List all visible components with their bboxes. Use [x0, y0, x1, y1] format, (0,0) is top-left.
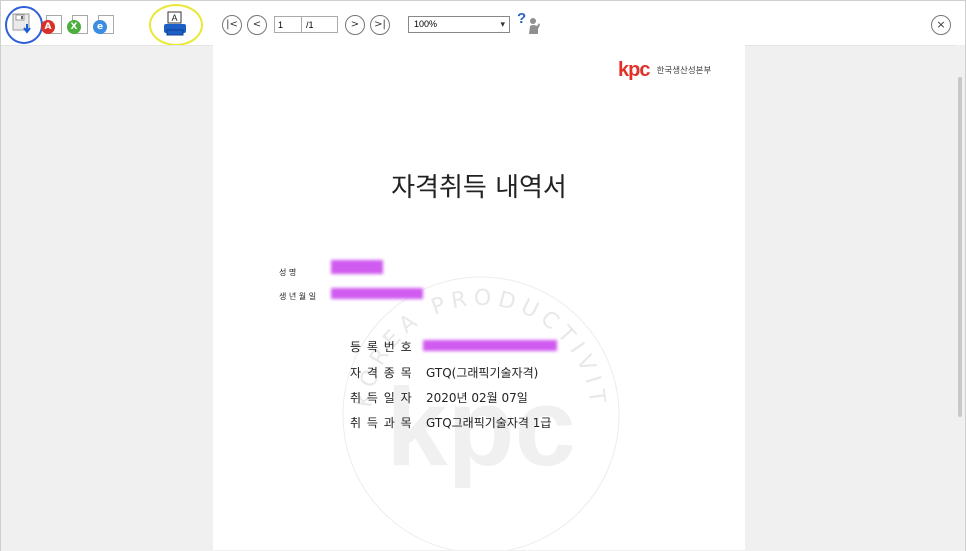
subject-value: GTQ그래픽기술자격 1급	[426, 416, 552, 430]
name-redaction	[331, 260, 383, 274]
excel-export-icon[interactable]: X	[67, 15, 88, 35]
help-icon[interactable]: ?	[517, 10, 526, 27]
cert-type-value: GTQ(그래픽기술자격)	[426, 366, 539, 380]
document-title: 자격취득 내역서	[391, 173, 567, 203]
next-page-button[interactable]: >	[345, 15, 365, 35]
zoom-select[interactable]: 100% ▾	[408, 16, 510, 33]
vertical-scrollbar[interactable]	[955, 45, 965, 550]
page-number-input[interactable]: 1	[274, 16, 302, 33]
reg-number-label: 등 록 번 호	[350, 340, 413, 354]
logo-mark: kpc	[618, 59, 650, 81]
prev-page-button[interactable]: <	[247, 15, 267, 35]
last-page-button[interactable]: >|	[370, 15, 390, 35]
report-viewer-window: A X e A |< < 1 /1 > >| 100% ▾ ? × KOREA …	[0, 0, 966, 551]
close-button[interactable]: ×	[931, 15, 951, 35]
birth-label: 생 년 월 일	[279, 292, 317, 301]
birth-redaction	[331, 288, 423, 299]
print-highlight-circle	[149, 4, 203, 46]
name-label: 성 명	[279, 268, 297, 277]
acquired-date-label: 취 득 일 자	[350, 391, 413, 405]
toolbar: A X e A |< < 1 /1 > >| 100% ▾ ? ×	[1, 1, 965, 46]
zoom-value: 100%	[414, 19, 438, 29]
pdf-export-icon[interactable]: A	[41, 15, 62, 35]
cert-type-label: 자 격 종 목	[350, 366, 413, 380]
chevron-down-icon: ▾	[500, 19, 505, 29]
kpc-watermark: KOREA PRODUCTIVITY CENTER kpc	[331, 265, 620, 550]
scrollbar-thumb[interactable]	[958, 77, 962, 417]
document-page: KOREA PRODUCTIVITY CENTER kpc kpc 한국생산성본…	[213, 45, 745, 550]
subject-label: 취 득 과 목	[350, 416, 413, 430]
help-person-icon[interactable]	[528, 17, 541, 35]
first-page-button[interactable]: |<	[222, 15, 242, 35]
logo-text: 한국생산성본부	[656, 66, 712, 76]
acquired-date-value: 2020년 02월 07일	[426, 391, 528, 405]
kpc-logo: kpc 한국생산성본부	[618, 59, 711, 82]
reg-number-redaction	[423, 340, 557, 351]
page-total-label: /1	[302, 16, 338, 33]
hwp-export-icon[interactable]: e	[93, 15, 114, 35]
save-highlight-circle	[5, 6, 43, 44]
